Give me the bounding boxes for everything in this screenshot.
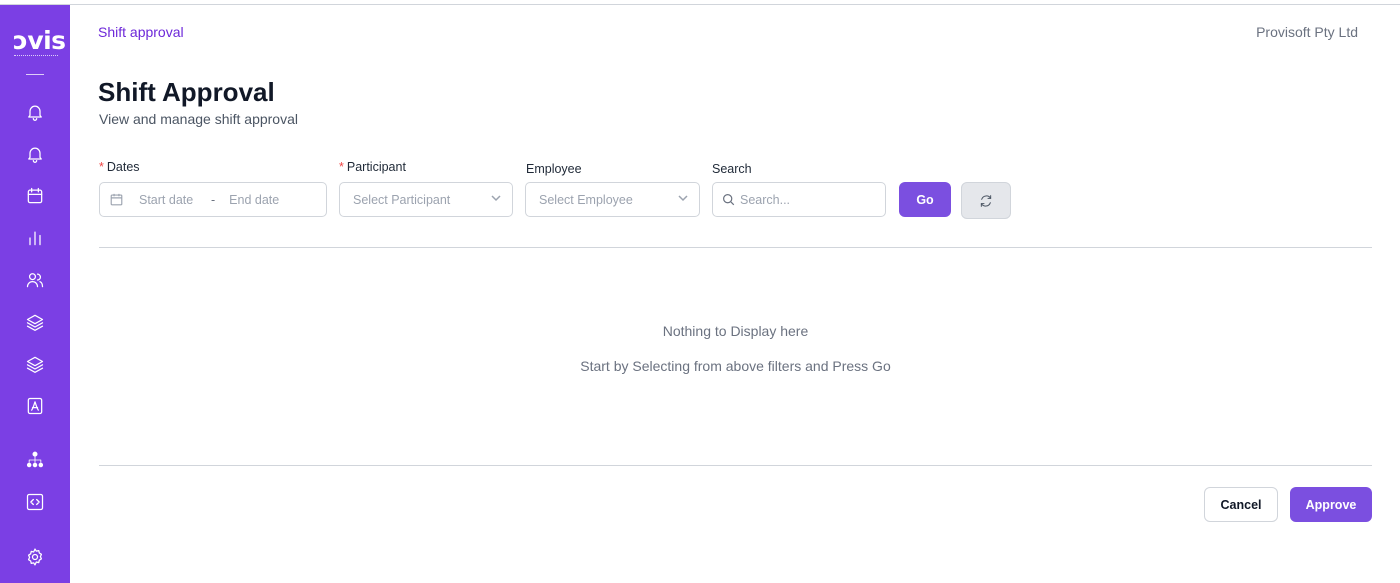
bell-icon[interactable] xyxy=(24,101,46,123)
employee-select[interactable]: Select Employee xyxy=(525,182,700,217)
divider xyxy=(99,247,1372,248)
code-icon[interactable] xyxy=(24,491,46,513)
bar-chart-icon[interactable] xyxy=(24,227,46,249)
search-label: Search xyxy=(712,162,752,176)
refresh-button[interactable] xyxy=(961,182,1011,219)
end-date-input[interactable]: End date xyxy=(229,193,279,207)
bell-icon[interactable] xyxy=(24,143,46,165)
empty-state-title: Nothing to Display here xyxy=(662,323,809,339)
calendar-icon xyxy=(110,193,123,206)
required-marker: * xyxy=(99,160,104,174)
employee-select-value: Select Employee xyxy=(539,192,633,207)
start-date-input[interactable]: Start date xyxy=(139,193,205,207)
chevron-down-icon xyxy=(490,192,502,207)
cancel-button[interactable]: Cancel xyxy=(1204,487,1278,522)
calendar-icon[interactable] xyxy=(24,185,46,207)
participant-select[interactable]: Select Participant xyxy=(339,182,513,217)
go-button[interactable]: Go xyxy=(899,182,951,217)
chevron-down-icon xyxy=(677,192,689,207)
participant-select-value: Select Participant xyxy=(353,192,451,207)
breadcrumb[interactable]: Shift approval xyxy=(98,24,184,40)
divider xyxy=(99,465,1372,466)
required-marker: * xyxy=(339,160,344,174)
menu-divider xyxy=(26,74,44,75)
search-input[interactable] xyxy=(740,192,880,207)
sidebar: ɔvis xyxy=(0,5,70,583)
participant-label: * Participant xyxy=(339,160,406,174)
employee-label: Employee xyxy=(526,162,582,176)
layers-icon[interactable] xyxy=(24,311,46,333)
empty-state-hint: Start by Selecting from above filters an… xyxy=(580,358,891,374)
org-chart-icon[interactable] xyxy=(24,449,46,471)
approve-button[interactable]: Approve xyxy=(1290,487,1372,522)
settings-icon[interactable] xyxy=(24,546,46,568)
layers-icon[interactable] xyxy=(24,353,46,375)
page-title: Shift Approval xyxy=(98,77,275,107)
logo-tagline xyxy=(14,55,58,57)
logo: ɔvis xyxy=(13,26,66,55)
date-range-picker[interactable]: Start date - End date xyxy=(99,182,327,217)
users-icon[interactable] xyxy=(24,269,46,291)
pdf-file-icon[interactable] xyxy=(24,395,46,417)
top-border xyxy=(0,4,1400,5)
refresh-icon xyxy=(980,194,992,207)
page-subtitle: View and manage shift approval xyxy=(99,111,298,127)
date-separator: - xyxy=(211,192,216,207)
company-name: Provisoft Pty Ltd xyxy=(1256,24,1358,40)
search-box[interactable] xyxy=(712,182,886,217)
dates-label: * Dates xyxy=(99,160,140,174)
search-icon xyxy=(723,194,735,206)
